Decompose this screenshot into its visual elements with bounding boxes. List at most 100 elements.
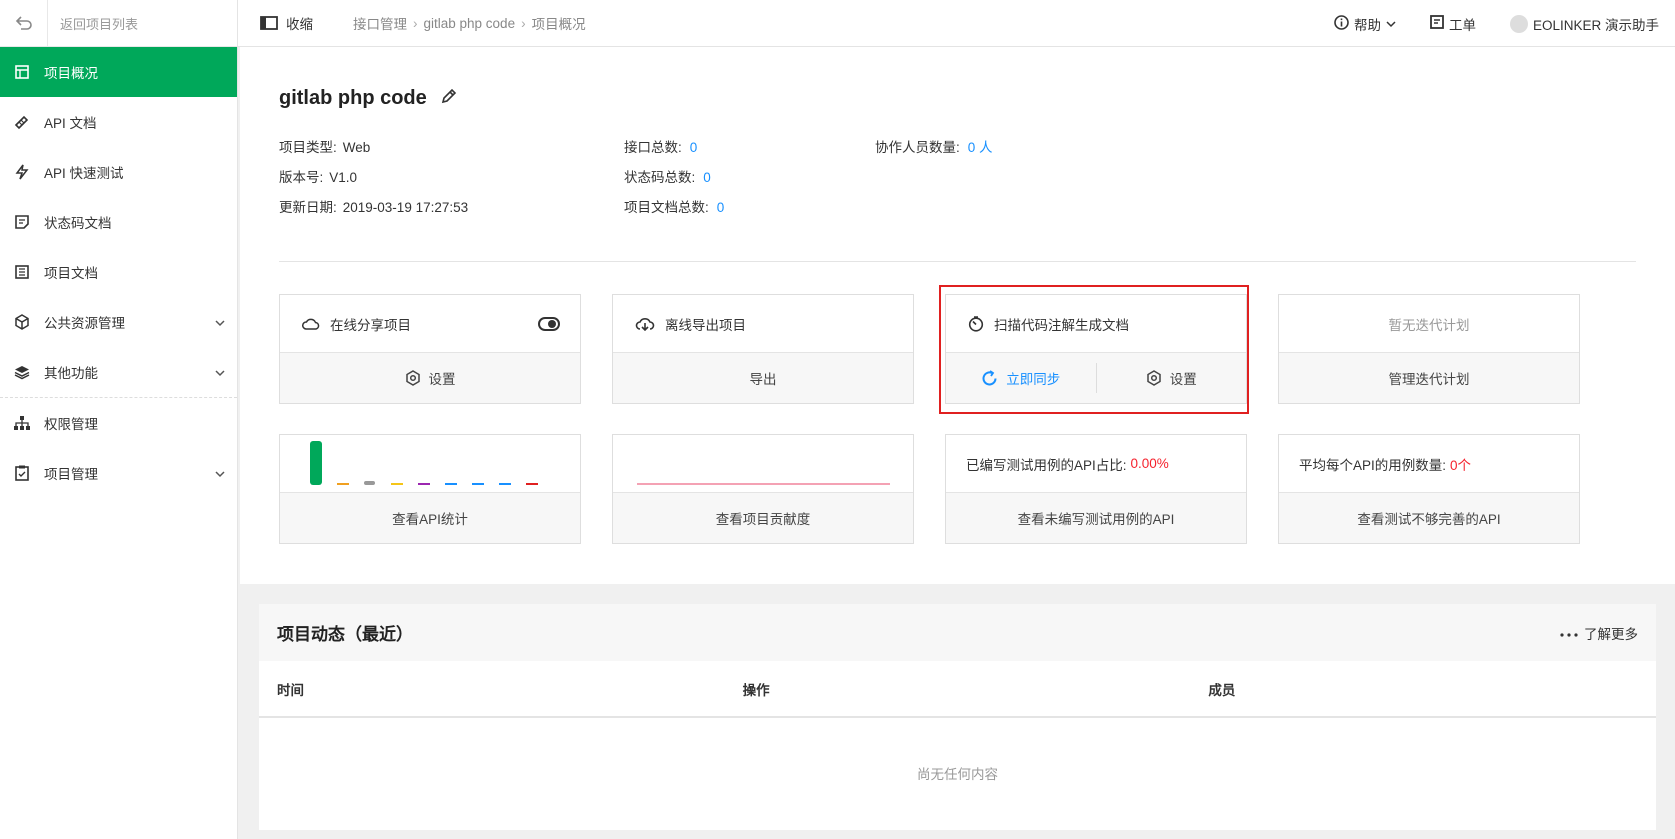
back-to-projects-link[interactable]: 返回项目列表: [48, 14, 138, 33]
sidebar-item-permissions[interactable]: 权限管理: [0, 398, 237, 448]
column-header-action: 操作: [742, 682, 770, 698]
highlight-box: [939, 285, 1249, 414]
avg-cases-header: 平均每个API的用例数量: 0个: [1279, 435, 1579, 493]
chevron-down-icon: [1386, 16, 1396, 31]
sidebar-item-api-test[interactable]: API 快速测试: [0, 147, 237, 197]
sidebar-item-label: 项目管理: [44, 467, 98, 482]
mini-bar: [391, 482, 403, 485]
activity-header: 项目动态（最近） 了解更多: [259, 604, 1656, 661]
version-value: V1.0: [329, 170, 358, 185]
export-card-header: 离线导出项目: [613, 295, 913, 353]
sidebar-item-project-management[interactable]: 项目管理: [0, 448, 237, 498]
sidebar: 返回项目列表 项目概况 API 文档 API 快速测试 状态码文档 项目文档 公…: [0, 0, 238, 839]
view-untested-api-button[interactable]: 查看未编写测试用例的API: [946, 493, 1246, 543]
test-ratio-value: 0.00%: [1130, 456, 1169, 471]
project-type-value: Web: [342, 140, 371, 155]
view-incomplete-tests-button[interactable]: 查看测试不够完善的API: [1279, 493, 1579, 543]
iteration-card-header: 暂无迭代计划: [1279, 295, 1579, 353]
project-name: gitlab php code: [279, 87, 427, 109]
ticket-label: 工单: [1448, 17, 1476, 33]
view-api-stats-button[interactable]: 查看API统计: [280, 493, 580, 543]
cloud-icon: [302, 318, 320, 330]
sidebar-item-label: API 快速测试: [44, 166, 124, 181]
breadcrumb-item-api-management[interactable]: 接口管理: [353, 13, 407, 33]
share-card: 在线分享项目 设置: [279, 294, 581, 404]
view-contribution-button[interactable]: 查看项目贡献度: [613, 493, 913, 543]
api-stats-card: 查看API统计: [279, 434, 581, 544]
share-toggle[interactable]: [538, 317, 560, 331]
share-card-header: 在线分享项目: [280, 295, 580, 353]
members-label: 协作人员数量:: [875, 140, 960, 155]
learn-more-link[interactable]: 了解更多: [1560, 623, 1638, 643]
export-button[interactable]: 导出: [613, 353, 913, 403]
api-doc-icon: [14, 114, 30, 130]
doc-total-value: 0: [716, 200, 725, 215]
api-total-label: 接口总数:: [624, 140, 682, 155]
back-arrow-icon[interactable]: [0, 0, 48, 47]
manage-iteration-label: 管理迭代计划: [1388, 372, 1470, 387]
layers-icon: [14, 364, 30, 380]
sidebar-item-label: 其他功能: [44, 366, 98, 381]
cube-icon: [14, 314, 30, 330]
view-api-stats-label: 查看API统计: [392, 512, 468, 527]
chevron-right-icon: ›: [521, 15, 526, 31]
activity-empty-state: 尚无任何内容: [917, 767, 998, 782]
iteration-empty-label: 暂无迭代计划: [1388, 317, 1470, 333]
mini-bar: [499, 482, 511, 485]
contribution-chart: [613, 435, 913, 493]
gear-icon: [405, 370, 421, 386]
edit-icon[interactable]: [441, 87, 457, 110]
sidebar-item-api-doc[interactable]: API 文档: [0, 97, 237, 147]
ticket-button[interactable]: 工单: [1430, 14, 1476, 34]
sidebar-item-label: 权限管理: [44, 417, 98, 432]
breadcrumb-item-current: 项目概况: [531, 17, 586, 32]
test-ratio-header: 已编写测试用例的API占比: 0.00%: [946, 435, 1246, 493]
manage-iteration-button[interactable]: 管理迭代计划: [1279, 353, 1579, 403]
export-card: 离线导出项目 导出: [612, 294, 914, 404]
avg-cases-value: 0个: [1450, 457, 1472, 473]
sidebar-item-other-features[interactable]: 其他功能: [0, 347, 237, 397]
export-label: 导出: [749, 372, 777, 387]
activity-table-header: 时间 操作 成员: [259, 661, 1656, 718]
status-total-value: 0: [703, 170, 711, 185]
breadcrumb-item-project[interactable]: gitlab php code: [424, 16, 516, 31]
iteration-card: 暂无迭代计划 管理迭代计划: [1278, 294, 1580, 404]
chevron-down-icon: [215, 365, 225, 380]
avg-cases-label: 平均每个API的用例数量:: [1299, 457, 1447, 473]
back-row[interactable]: 返回项目列表: [0, 0, 237, 47]
share-settings-label: 设置: [428, 372, 456, 387]
lightning-icon: [14, 164, 30, 180]
user-menu[interactable]: EOLINKER 演示助手: [1509, 14, 1659, 34]
overview-icon: [14, 64, 30, 80]
collapse-button[interactable]: 收缩: [260, 13, 313, 33]
sidebar-item-project-doc[interactable]: 项目文档: [0, 247, 237, 297]
members-value: 0 人: [967, 140, 993, 155]
org-chart-icon: [14, 415, 30, 431]
chevron-down-icon: [215, 466, 225, 481]
sidebar-item-overview[interactable]: 项目概况: [0, 47, 237, 97]
api-stats-mini-chart: [310, 440, 538, 485]
activity-title: 项目动态（最近）: [277, 625, 413, 644]
export-card-title: 离线导出项目: [665, 317, 746, 333]
status-total-label: 状态码总数:: [624, 170, 696, 185]
share-settings-button[interactable]: 设置: [280, 353, 580, 403]
test-ratio-card: 已编写测试用例的API占比: 0.00% 查看未编写测试用例的API: [945, 434, 1247, 544]
topbar-actions: 帮助 工单 EOLINKER 演示助手: [1334, 0, 1659, 47]
project-type-label: 项目类型:: [279, 140, 337, 155]
help-menu[interactable]: 帮助: [1334, 14, 1396, 34]
column-header-time: 时间: [277, 682, 304, 698]
project-overview-panel: gitlab php code 项目类型: Web 版本号: V1.0 更新日期: 2…: [240, 47, 1675, 584]
view-incomplete-tests-label: 查看测试不够完善的API: [1357, 512, 1501, 527]
api-stats-chart: [280, 435, 580, 493]
cloud-download-icon: [635, 317, 655, 331]
avg-cases-card: 平均每个API的用例数量: 0个 查看测试不够完善的API: [1278, 434, 1580, 544]
mini-bar: [364, 480, 375, 485]
sidebar-item-status-code[interactable]: 状态码文档: [0, 197, 237, 247]
document-icon: [14, 264, 30, 280]
sidebar-item-label: 项目概况: [44, 66, 98, 81]
sidebar-item-public-resources[interactable]: 公共资源管理: [0, 297, 237, 347]
main-content: gitlab php code 项目类型: Web 版本号: V1.0 更新日期: 2…: [238, 47, 1675, 839]
mini-bar: [337, 482, 349, 485]
version-label: 版本号:: [279, 170, 324, 185]
mini-bar: [418, 482, 430, 485]
